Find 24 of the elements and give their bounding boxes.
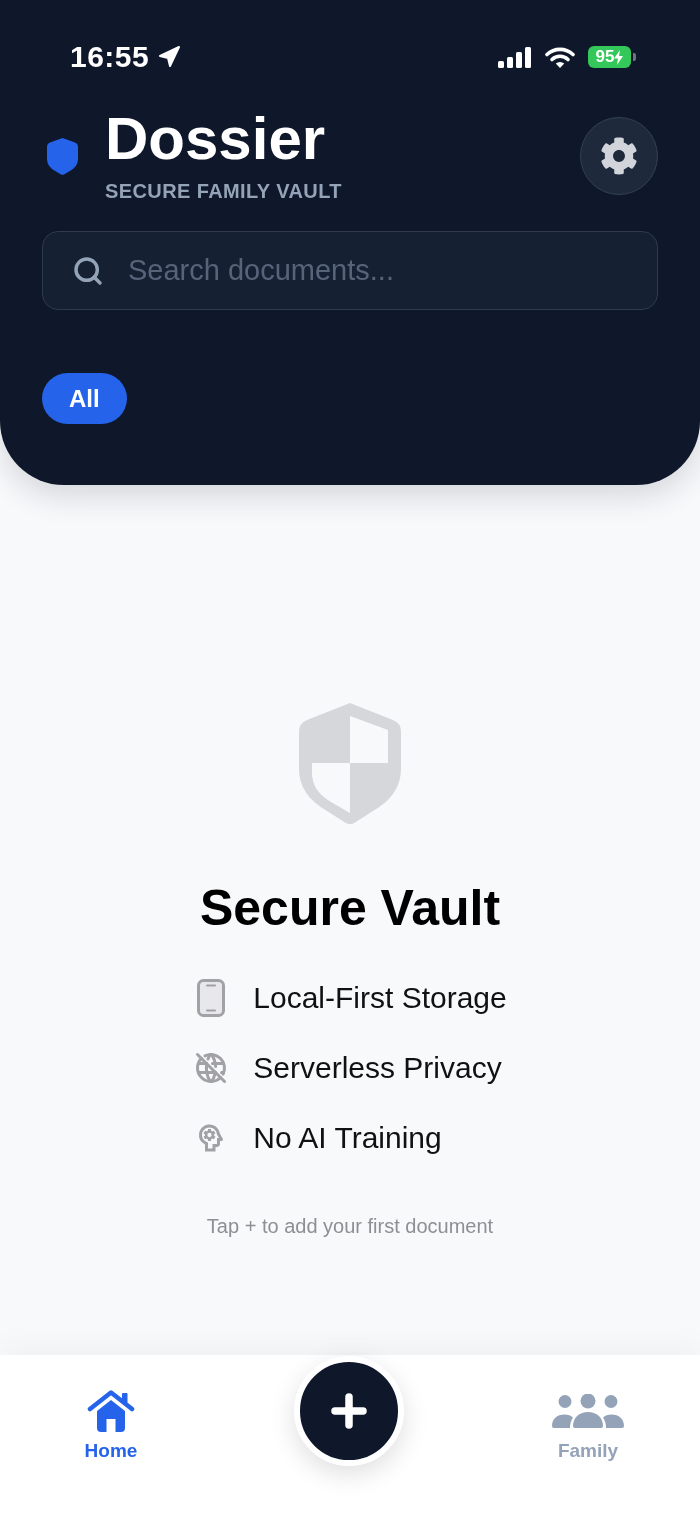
feature-label: Local-First Storage — [253, 980, 507, 1016]
status-time: 16:55 — [70, 40, 150, 74]
shield-icon — [47, 137, 78, 175]
feature-label: No AI Training — [253, 1120, 442, 1156]
battery-percentage: 95 — [595, 47, 615, 67]
shield-icon — [299, 703, 401, 825]
people-icon — [552, 1394, 624, 1428]
phone-icon — [197, 979, 226, 1017]
filter-chip[interactable]: All — [42, 373, 127, 424]
feature-label: Serverless Privacy — [253, 1050, 502, 1086]
wifi-icon — [545, 46, 575, 68]
settings-icon — [600, 137, 638, 175]
plus-icon — [331, 1393, 367, 1429]
app-subtitle: SECURE FAMILY VAULT — [105, 179, 342, 203]
empty-state-title: Secure Vault — [199, 879, 501, 938]
bolt-icon — [614, 49, 624, 65]
search-field[interactable]: Search documents... — [42, 231, 658, 310]
signal-icon — [498, 46, 532, 68]
house-icon — [87, 1390, 135, 1432]
search-icon — [72, 254, 104, 287]
nav-tab[interactable]: Home — [84, 1390, 138, 1462]
hint-text: Tap + to add your first document — [206, 1214, 494, 1238]
app-title: Dossier — [105, 109, 326, 169]
location-arrow-icon — [157, 45, 182, 69]
